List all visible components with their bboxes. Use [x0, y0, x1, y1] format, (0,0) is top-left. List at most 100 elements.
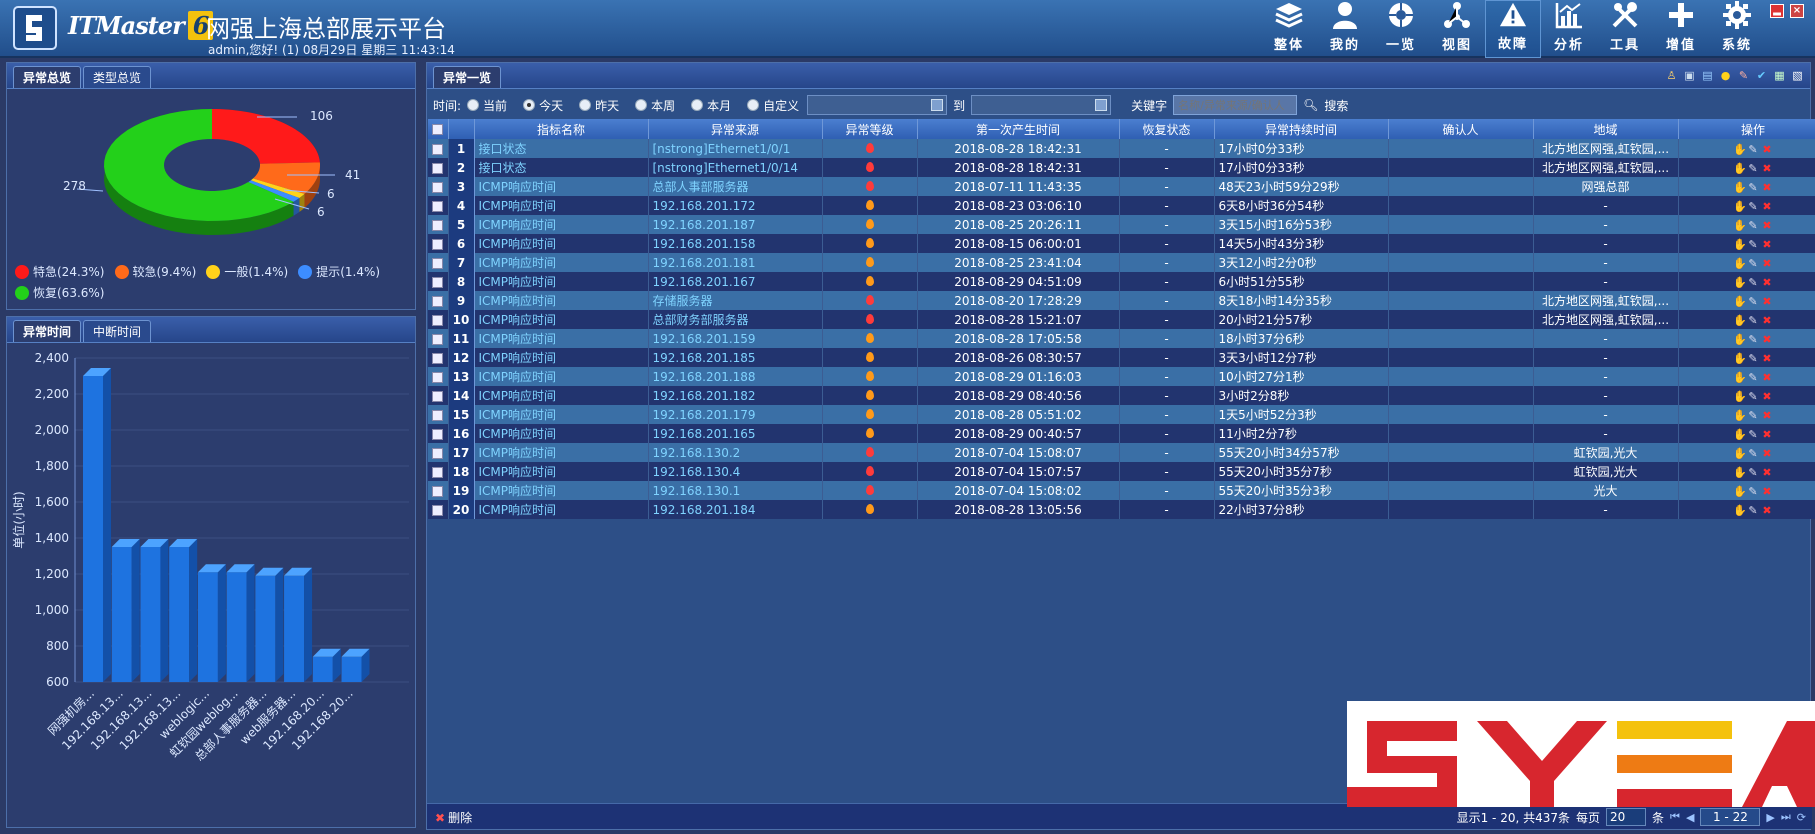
col-level[interactable]: 异常等级	[822, 119, 918, 139]
hand-icon[interactable]: ✋	[1733, 181, 1747, 194]
row-source[interactable]: 192.168.201.181	[648, 253, 823, 272]
row-source[interactable]: 192.168.201.185	[648, 348, 823, 367]
row-metric-name[interactable]: ICMP响应时间	[474, 272, 649, 291]
row-source[interactable]: 192.168.130.2	[648, 443, 823, 462]
table-row[interactable]: 14 ICMP响应时间 192.168.201.182 2018-08-29 08:4…	[428, 386, 1815, 405]
delete-icon[interactable]: ✖	[1761, 333, 1773, 346]
row-metric-name[interactable]: ICMP响应时间	[474, 329, 649, 348]
table-row[interactable]: 13 ICMP响应时间 192.168.201.188 2018-08-29 01:1…	[428, 367, 1815, 386]
row-metric-name[interactable]: 接口状态	[474, 139, 649, 158]
table-row[interactable]: 9 ICMP响应时间 存储服务器 2018-08-20 17:28:29-8天18小时…	[428, 291, 1815, 310]
row-checkbox[interactable]	[428, 424, 449, 443]
nav-view[interactable]: 视图	[1429, 0, 1485, 58]
row-source[interactable]: 192.168.201.159	[648, 329, 823, 348]
row-source[interactable]: 192.168.130.4	[648, 462, 823, 481]
delete-icon[interactable]: ✖	[1761, 162, 1773, 175]
delete-icon[interactable]: ✖	[1761, 504, 1773, 517]
hand-icon[interactable]: ✋	[1733, 257, 1747, 270]
bar-8[interactable]	[312, 656, 333, 682]
hand-icon[interactable]: ✋	[1733, 466, 1747, 479]
radio-current[interactable]: 当前	[467, 97, 507, 114]
pencil-icon[interactable]: ✎	[1747, 143, 1759, 156]
pencil-icon[interactable]: ✎	[1747, 200, 1759, 213]
delete-icon[interactable]: ✖	[1761, 466, 1773, 479]
delete-icon[interactable]: ✖	[1761, 219, 1773, 232]
per-page-select[interactable]: 20	[1606, 808, 1647, 826]
row-source[interactable]: 总部财务部服务器	[648, 310, 823, 329]
row-checkbox[interactable]	[428, 348, 449, 367]
delete-icon[interactable]: ✖	[1761, 314, 1773, 327]
monitor-icon[interactable]: ▤	[1701, 69, 1714, 82]
col-recover[interactable]: 恢复状态	[1119, 119, 1215, 139]
hand-icon[interactable]: ✋	[1733, 200, 1747, 213]
hand-icon[interactable]: ✋	[1733, 390, 1747, 403]
hand-icon[interactable]: ✋	[1733, 238, 1747, 251]
table-row[interactable]: 16 ICMP响应时间 192.168.201.165 2018-08-29 00:4…	[428, 424, 1815, 443]
table-row[interactable]: 6 ICMP响应时间 192.168.201.158 2018-08-15 06:00…	[428, 234, 1815, 253]
hand-icon[interactable]: ✋	[1733, 409, 1747, 422]
pencil-icon[interactable]: ✎	[1747, 466, 1759, 479]
row-metric-name[interactable]: ICMP响应时间	[474, 310, 649, 329]
pencil-icon[interactable]: ✎	[1747, 181, 1759, 194]
row-source[interactable]: 192.168.201.179	[648, 405, 823, 424]
hand-icon[interactable]: ✋	[1733, 428, 1747, 441]
table-row[interactable]: 4 ICMP响应时间 192.168.201.172 2018-08-23 03:06…	[428, 196, 1815, 215]
hand-icon[interactable]: ✋	[1733, 162, 1747, 175]
row-metric-name[interactable]: ICMP响应时间	[474, 481, 649, 500]
pencil-icon[interactable]: ✎	[1747, 314, 1759, 327]
row-checkbox[interactable]	[428, 177, 449, 196]
nav-system[interactable]: 系统	[1709, 0, 1765, 58]
table-row[interactable]: 12 ICMP响应时间 192.168.201.185 2018-08-26 08:3…	[428, 348, 1815, 367]
pencil-icon[interactable]: ✎	[1747, 409, 1759, 422]
table-row[interactable]: 11 ICMP响应时间 192.168.201.159 2018-08-28 17:0…	[428, 329, 1815, 348]
col-first-time[interactable]: 第一次产生时间	[917, 119, 1120, 139]
delete-icon[interactable]: ✖	[1761, 352, 1773, 365]
hand-icon[interactable]: ✋	[1733, 371, 1747, 384]
table-row[interactable]: 3 ICMP响应时间 总部人事部服务器 2018-07-11 11:43:35-48天…	[428, 177, 1815, 196]
pencil-icon[interactable]: ✎	[1747, 352, 1759, 365]
bar-2[interactable]	[140, 547, 161, 682]
row-source[interactable]: [nstrong]Ethernet1/0/14	[648, 158, 823, 177]
row-checkbox[interactable]	[428, 196, 449, 215]
row-metric-name[interactable]: ICMP响应时间	[474, 443, 649, 462]
pencil-icon[interactable]: ✎	[1747, 295, 1759, 308]
radio-custom[interactable]: 自定义	[747, 97, 799, 114]
hand-icon[interactable]: ✋	[1733, 219, 1747, 232]
row-checkbox[interactable]	[428, 367, 449, 386]
delete-icon[interactable]: ✖	[1761, 295, 1773, 308]
first-page-icon[interactable]: ⏮	[1670, 810, 1680, 824]
table-row[interactable]: 8 ICMP响应时间 192.168.201.167 2018-08-29 04:51…	[428, 272, 1815, 291]
col-region[interactable]: 地域	[1533, 119, 1679, 139]
pencil-icon[interactable]: ✎	[1747, 276, 1759, 289]
radio-this-month[interactable]: 本月	[691, 97, 731, 114]
row-checkbox[interactable]	[428, 329, 449, 348]
nav-overall[interactable]: 整体	[1261, 0, 1317, 58]
row-metric-name[interactable]: ICMP响应时间	[474, 405, 649, 424]
table-row[interactable]: 15 ICMP响应时间 192.168.201.179 2018-08-28 05:5…	[428, 405, 1815, 424]
row-source[interactable]: 192.168.201.165	[648, 424, 823, 443]
hand-icon[interactable]: ✋	[1733, 276, 1747, 289]
delete-icon[interactable]: ✖	[1761, 238, 1773, 251]
pencil-icon[interactable]: ✎	[1747, 447, 1759, 460]
row-checkbox[interactable]	[428, 291, 449, 310]
row-source[interactable]: 192.168.201.182	[648, 386, 823, 405]
bar-9[interactable]	[341, 656, 362, 682]
nav-analysis[interactable]: 分析	[1541, 0, 1597, 58]
row-source[interactable]: 总部人事部服务器	[648, 177, 823, 196]
delete-icon[interactable]: ✖	[1761, 485, 1773, 498]
last-page-icon[interactable]: ⏭	[1781, 810, 1791, 824]
row-metric-name[interactable]: ICMP响应时间	[474, 424, 649, 443]
display-icon[interactable]: ▣	[1683, 69, 1696, 82]
delete-icon[interactable]: ✖	[1761, 409, 1773, 422]
nav-tools[interactable]: 工具	[1597, 0, 1653, 58]
hand-icon[interactable]: ✋	[1733, 295, 1747, 308]
row-metric-name[interactable]: ICMP响应时间	[474, 234, 649, 253]
tab-exception-time[interactable]: 异常时间	[13, 320, 82, 342]
row-checkbox[interactable]	[428, 443, 449, 462]
bar-3[interactable]	[169, 547, 190, 682]
row-metric-name[interactable]: ICMP响应时间	[474, 348, 649, 367]
hand-icon[interactable]: ✋	[1733, 314, 1747, 327]
row-metric-name[interactable]: ICMP响应时间	[474, 500, 649, 519]
delete-icon[interactable]: ✖	[1761, 257, 1773, 270]
hand-icon[interactable]: ✋	[1733, 143, 1747, 156]
